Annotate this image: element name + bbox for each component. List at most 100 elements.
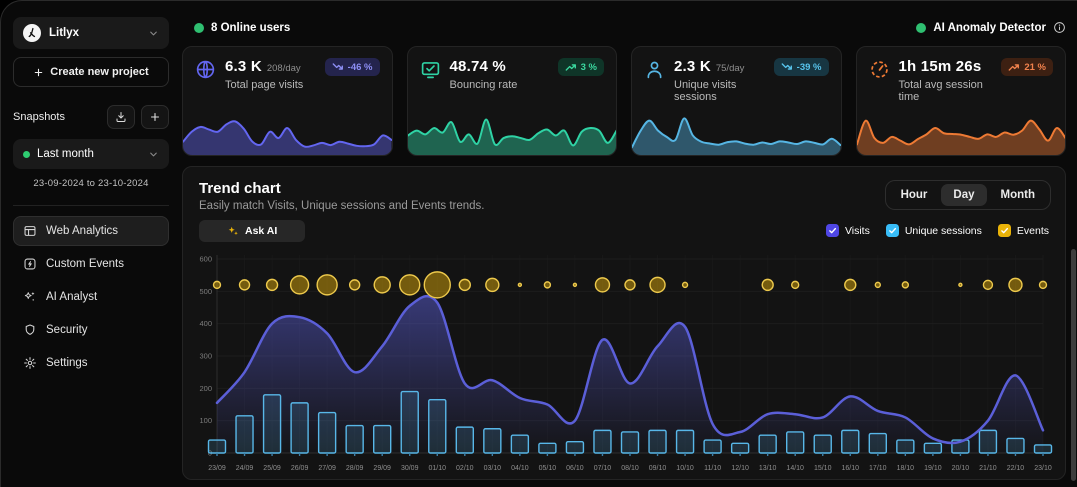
anomaly-status-dot xyxy=(916,23,926,33)
download-icon xyxy=(115,111,127,123)
trend-chart-card: Trend chart Easily match Visits, Unique … xyxy=(182,166,1066,480)
sidebar-item-custom-events[interactable]: Custom Events xyxy=(13,249,169,279)
trending-down-icon xyxy=(781,61,793,73)
svg-text:21/10: 21/10 xyxy=(979,465,997,472)
sparkle-icon xyxy=(227,225,239,237)
trend-badge: -39 % xyxy=(774,58,829,76)
granularity-month[interactable]: Month xyxy=(989,184,1047,206)
trend-subtitle: Easily match Visits, Unique sessions and… xyxy=(199,200,485,212)
export-snapshot-button[interactable] xyxy=(107,105,135,129)
bouncing-rate-sparkline xyxy=(408,109,617,155)
svg-text:18/10: 18/10 xyxy=(897,465,915,472)
svg-text:600: 600 xyxy=(199,255,212,264)
svg-text:23/10: 23/10 xyxy=(1034,465,1052,472)
globe-icon xyxy=(195,59,216,80)
vertical-scrollbar[interactable] xyxy=(1071,249,1076,481)
svg-text:400: 400 xyxy=(199,319,212,328)
info-icon[interactable] xyxy=(1053,21,1066,34)
sidebar-item-web-analytics[interactable]: Web Analytics xyxy=(13,216,169,246)
stat-card-avg-session-time: 1h 15m 26s Total avg session time 21 % xyxy=(856,46,1067,156)
svg-text:03/10: 03/10 xyxy=(484,465,502,472)
svg-text:26/09: 26/09 xyxy=(291,465,309,472)
svg-text:500: 500 xyxy=(199,287,212,296)
stat-card-total-page-visits: 6.3 K 208/day Total page visits -46 % xyxy=(182,46,393,156)
svg-text:05/10: 05/10 xyxy=(539,465,557,472)
chevron-down-icon xyxy=(148,149,159,160)
stat-card-bouncing-rate: 48.74 % Bouncing rate 3 % xyxy=(407,46,618,156)
svg-text:12/10: 12/10 xyxy=(731,465,749,472)
snapshot-status-dot xyxy=(23,151,30,158)
nav-label: Security xyxy=(46,324,88,336)
project-selector[interactable]: Litlyx xyxy=(13,17,169,49)
create-project-button[interactable]: Create new project xyxy=(13,57,169,87)
svg-text:300: 300 xyxy=(199,352,212,361)
trend-chart: 010020030040050060023/0924/0925/0926/092… xyxy=(191,249,1057,477)
stat-label: Unique visits sessions xyxy=(674,79,765,103)
visits-checkbox[interactable] xyxy=(826,224,839,237)
svg-text:09/10: 09/10 xyxy=(649,465,667,472)
trending-up-icon xyxy=(565,61,577,73)
unique-sessions-sparkline xyxy=(632,109,841,155)
svg-text:27/09: 27/09 xyxy=(318,465,336,472)
legend-events[interactable]: Events xyxy=(998,224,1049,237)
sidebar-item-ai-analyst[interactable]: AI Analyst xyxy=(13,282,169,312)
stat-cards: 6.3 K 208/day Total page visits -46 % xyxy=(182,46,1066,156)
svg-text:01/10: 01/10 xyxy=(429,465,447,472)
svg-text:07/10: 07/10 xyxy=(594,465,612,472)
litlyx-logo-icon xyxy=(23,24,41,42)
nav-label: Settings xyxy=(46,357,88,369)
stat-per-day: 208/day xyxy=(267,63,301,74)
svg-text:16/10: 16/10 xyxy=(842,465,860,472)
add-snapshot-button[interactable] xyxy=(141,105,169,129)
snapshot-range-select[interactable]: Last month xyxy=(13,139,169,169)
granularity-hour[interactable]: Hour xyxy=(889,184,940,206)
svg-text:10/10: 10/10 xyxy=(676,465,694,472)
svg-text:13/10: 13/10 xyxy=(759,465,777,472)
svg-text:15/10: 15/10 xyxy=(814,465,832,472)
sidebar-item-security[interactable]: Security xyxy=(13,315,169,345)
nav-label: Custom Events xyxy=(46,258,124,270)
events-checkbox[interactable] xyxy=(998,224,1011,237)
ask-ai-button[interactable]: Ask AI xyxy=(199,220,305,242)
stat-label: Total avg session time xyxy=(899,79,993,103)
svg-text:14/10: 14/10 xyxy=(786,465,804,472)
svg-text:04/10: 04/10 xyxy=(511,465,529,472)
svg-text:06/10: 06/10 xyxy=(566,465,584,472)
trending-down-icon xyxy=(332,61,344,73)
chart-legend: Visits Unique sessions Events xyxy=(826,224,1049,237)
trend-badge: 3 % xyxy=(558,58,604,76)
stat-card-unique-sessions: 2.3 K 75/day Unique visits sessions -39 … xyxy=(631,46,842,156)
legend-unique-sessions[interactable]: Unique sessions xyxy=(886,224,982,237)
online-status-dot xyxy=(194,23,204,33)
snapshots-label: Snapshots xyxy=(13,111,65,123)
shield-icon xyxy=(23,323,37,337)
user-icon xyxy=(644,59,665,80)
sidebar: Litlyx Create new project Snapshots Last xyxy=(1,1,181,487)
svg-text:24/09: 24/09 xyxy=(236,465,254,472)
legend-visits[interactable]: Visits xyxy=(826,224,870,237)
create-project-label: Create new project xyxy=(50,66,148,78)
svg-text:17/10: 17/10 xyxy=(869,465,887,472)
sidebar-item-settings[interactable]: Settings xyxy=(13,348,169,378)
svg-text:23/09: 23/09 xyxy=(208,465,226,472)
granularity-toggle: Hour Day Month xyxy=(885,180,1051,210)
legend-label: Visits xyxy=(845,225,870,237)
trend-badge: -46 % xyxy=(325,58,380,76)
svg-text:30/09: 30/09 xyxy=(401,465,419,472)
chevron-down-icon xyxy=(148,28,159,39)
stat-value: 2.3 K xyxy=(674,58,711,75)
svg-text:22/10: 22/10 xyxy=(1007,465,1025,472)
lightning-box-icon xyxy=(23,257,37,271)
unique-sessions-checkbox[interactable] xyxy=(886,224,899,237)
granularity-day[interactable]: Day xyxy=(941,184,986,206)
stat-value: 48.74 % xyxy=(450,58,506,75)
visits-sparkline xyxy=(183,109,392,155)
svg-text:02/10: 02/10 xyxy=(456,465,474,472)
svg-text:11/10: 11/10 xyxy=(704,465,721,472)
plus-icon xyxy=(149,111,161,123)
ask-ai-label: Ask AI xyxy=(245,225,277,237)
stat-value: 6.3 K xyxy=(225,58,262,75)
project-name: Litlyx xyxy=(49,27,79,39)
sparkles-icon xyxy=(23,290,37,304)
gear-icon xyxy=(23,356,37,370)
